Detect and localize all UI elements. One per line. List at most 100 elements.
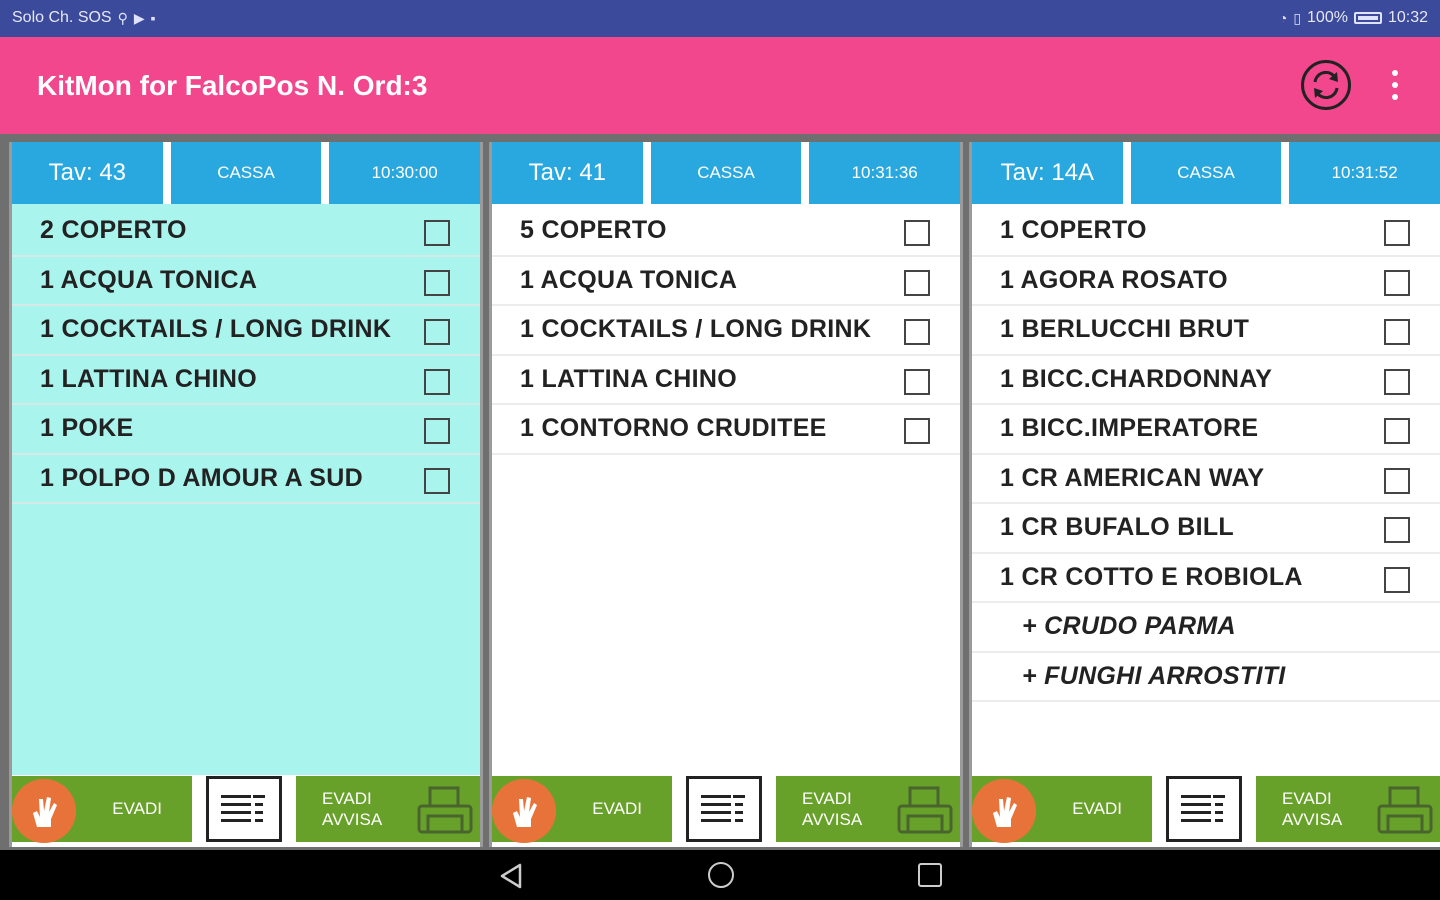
table-number[interactable]: Tav: 41 [492, 142, 643, 204]
vibrate-icon: ▯ [1293, 9, 1302, 26]
list-item[interactable]: 1 LATTINA CHINO [492, 356, 960, 405]
sync-icon [1313, 70, 1339, 100]
item-checkbox[interactable] [1384, 566, 1410, 593]
modifier-item: + CRUDO PARMA [972, 603, 1440, 653]
back-icon[interactable] [498, 863, 524, 889]
item-checkbox[interactable] [424, 319, 450, 345]
item-checkbox[interactable] [1384, 467, 1410, 494]
item-label: 1 ACQUA TONICA [520, 265, 738, 294]
evadi-avvisa-button[interactable]: EVADI AVVISA [1256, 776, 1440, 842]
item-label: 1 COPERTO [1000, 216, 1147, 245]
item-checkbox[interactable] [904, 269, 930, 296]
list-item[interactable]: 1 COCKTAILS / LONG DRINK [492, 306, 960, 356]
modifier-label: + CRUDO PARMA [1022, 612, 1236, 641]
app-bar: KitMon for FalcoPos N. Ord:3 [0, 37, 1440, 134]
hand-icon [12, 779, 76, 843]
order-source[interactable]: CASSA [1130, 142, 1282, 204]
item-checkbox[interactable] [1384, 220, 1410, 246]
list-icon [1181, 795, 1225, 822]
list-item[interactable]: 1 CR COTTO E ROBIOLA [972, 554, 1440, 603]
item-checkbox[interactable] [424, 220, 450, 246]
order-header: Tav: 43 CASSA 10:30:00 [12, 142, 481, 204]
order-actions: EVADI EVADI AVVISA [972, 776, 1440, 843]
item-label: 1 CR AMERICAN WAY [1000, 463, 1265, 492]
item-checkbox[interactable] [904, 220, 930, 246]
receipt-list-button[interactable] [206, 776, 282, 842]
item-checkbox[interactable] [424, 269, 450, 296]
evadi-button[interactable]: EVADI [972, 776, 1152, 843]
carrier-text: Solo Ch. SOS [12, 9, 112, 26]
item-checkbox[interactable] [424, 467, 450, 494]
list-item[interactable]: 1 CONTORNO CRUDITEE [492, 405, 960, 455]
list-icon [701, 795, 745, 822]
table-number[interactable]: Tav: 14A [972, 142, 1123, 204]
list-item[interactable]: 1 POKE [12, 405, 480, 455]
sync-button[interactable] [1301, 60, 1351, 110]
order-panel: Tav: 43 CASSA 10:30:00 2 COPERTO 1 ACQUA… [9, 142, 483, 847]
item-checkbox[interactable] [1384, 517, 1410, 543]
evadi-avvisa-line2: AVVISA [1282, 810, 1343, 829]
item-label: 1 POKE [40, 414, 134, 443]
list-item[interactable]: 1 ACQUA TONICA [492, 257, 960, 306]
printer-icon [897, 786, 953, 834]
recents-icon[interactable] [918, 863, 942, 887]
battery-percent: 100% [1307, 9, 1348, 26]
notification-icon: ▪ [150, 10, 156, 26]
order-actions: EVADI EVADI AVVISA [12, 776, 480, 843]
evadi-button[interactable]: EVADI [492, 776, 672, 843]
item-checkbox[interactable] [424, 368, 450, 395]
evadi-avvisa-button[interactable]: EVADI AVVISA [776, 776, 960, 842]
overflow-menu-icon[interactable] [1383, 70, 1407, 100]
list-item[interactable]: 1 AGORA ROSATO [972, 257, 1440, 306]
evadi-avvisa-line2: AVVISA [322, 810, 383, 829]
hand-icon [492, 779, 556, 843]
item-checkbox[interactable] [904, 319, 930, 345]
item-label: 1 COCKTAILS / LONG DRINK [520, 315, 872, 344]
order-time[interactable]: 10:31:52 [1289, 142, 1440, 204]
evadi-avvisa-button[interactable]: EVADI AVVISA [296, 776, 480, 842]
item-checkbox[interactable] [424, 418, 450, 444]
list-item[interactable]: 1 CR BUFALO BILL [972, 504, 1440, 554]
order-item-list: 1 COPERTO 1 AGORA ROSATO 1 BERLUCCHI BRU… [972, 207, 1440, 702]
item-label: 1 CR COTTO E ROBIOLA [1000, 562, 1303, 591]
item-label: 2 COPERTO [40, 216, 187, 245]
battery-icon [1353, 12, 1382, 24]
item-checkbox[interactable] [904, 418, 930, 444]
home-icon[interactable] [708, 862, 734, 888]
modifier-label: + FUNGHI ARROSTITI [1022, 661, 1286, 690]
item-checkbox[interactable] [1384, 418, 1410, 444]
item-checkbox[interactable] [1384, 269, 1410, 296]
list-item[interactable]: 1 ACQUA TONICA [12, 257, 480, 306]
receipt-list-button[interactable] [1166, 776, 1242, 842]
order-panel: Tav: 41 CASSA 10:31:36 5 COPERTO 1 ACQUA… [489, 142, 963, 847]
item-checkbox[interactable] [1384, 319, 1410, 345]
evadi-label: EVADI [1072, 799, 1122, 818]
modifier-item: + FUNGHI ARROSTITI [972, 653, 1440, 702]
item-label: 1 LATTINA CHINO [520, 364, 737, 393]
list-item[interactable]: 1 COCKTAILS / LONG DRINK [12, 306, 480, 356]
list-item[interactable]: 1 CR AMERICAN WAY [972, 455, 1440, 504]
usb-icon: ⚲ [117, 9, 128, 26]
list-item[interactable]: 1 BICC.IMPERATORE [972, 405, 1440, 455]
item-checkbox[interactable] [904, 368, 930, 395]
item-label: 1 CONTORNO CRUDITEE [520, 414, 827, 443]
evadi-label: EVADI [592, 799, 642, 818]
list-item[interactable]: 1 COPERTO [972, 207, 1440, 257]
evadi-label: EVADI [112, 799, 162, 818]
list-item[interactable]: 1 LATTINA CHINO [12, 356, 480, 405]
item-checkbox[interactable] [1384, 368, 1410, 395]
order-time[interactable]: 10:30:00 [329, 142, 481, 204]
list-item[interactable]: 5 COPERTO [492, 207, 960, 257]
order-item-list: 5 COPERTO 1 ACQUA TONICA 1 COCKTAILS / L… [492, 207, 960, 455]
list-item[interactable]: 1 BERLUCCHI BRUT [972, 306, 1440, 356]
order-source[interactable]: CASSA [650, 142, 802, 204]
receipt-list-button[interactable] [686, 776, 762, 842]
order-source[interactable]: CASSA [170, 142, 322, 204]
table-number[interactable]: Tav: 43 [12, 142, 163, 204]
list-item[interactable]: 1 POLPO D AMOUR A SUD [12, 455, 480, 504]
printer-icon [417, 786, 473, 834]
list-item[interactable]: 2 COPERTO [12, 207, 480, 257]
list-item[interactable]: 1 BICC.CHARDONNAY [972, 356, 1440, 405]
evadi-button[interactable]: EVADI [12, 776, 192, 843]
order-time[interactable]: 10:31:36 [809, 142, 961, 204]
